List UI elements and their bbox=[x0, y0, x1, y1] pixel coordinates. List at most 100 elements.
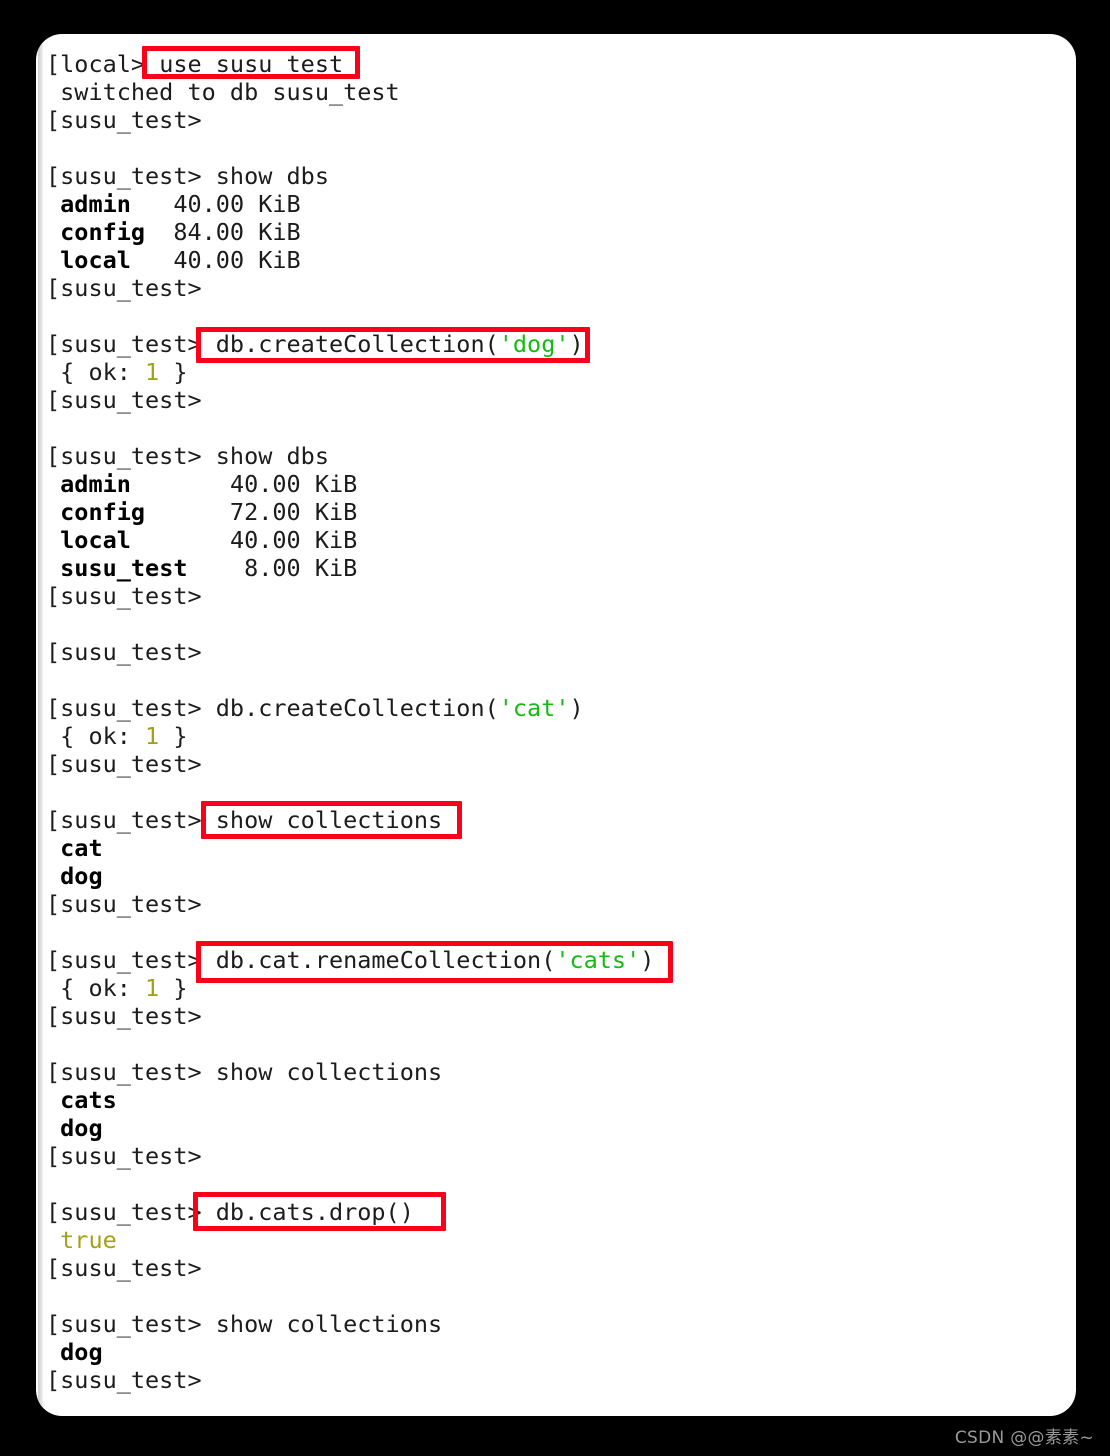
terminal-line: [local> use susu_test bbox=[36, 50, 1076, 78]
terminal-line: [susu_test> db.createCollection('dog') bbox=[36, 330, 1076, 358]
terminal-line: susu_test 8.00 KiB bbox=[36, 554, 1076, 582]
db-or-collection-name: dog bbox=[60, 1338, 103, 1366]
terminal-line: [susu_test> bbox=[36, 274, 1076, 302]
output-text: } bbox=[159, 722, 188, 750]
output-text: { ok: bbox=[46, 358, 146, 386]
output-text: 40.00 KiB bbox=[130, 526, 358, 554]
terminal-line: dog bbox=[36, 862, 1076, 890]
terminal-line: [susu_test> show collections bbox=[36, 1310, 1076, 1338]
terminal-line: [susu_test> show collections bbox=[36, 1058, 1076, 1086]
terminal-line: { ok: 1 } bbox=[36, 974, 1076, 1002]
db-or-collection-name: config bbox=[60, 218, 146, 246]
shell-prompt: [susu_test> bbox=[46, 386, 202, 414]
terminal-line: local 40.00 KiB bbox=[36, 526, 1076, 554]
terminal-line: cats bbox=[36, 1086, 1076, 1114]
db-or-collection-name: local bbox=[60, 526, 131, 554]
shell-prompt: [susu_test> bbox=[46, 1058, 216, 1086]
db-or-collection-name: admin bbox=[60, 470, 131, 498]
output-text: } bbox=[159, 974, 188, 1002]
terminal-line: [susu_test> bbox=[36, 386, 1076, 414]
shell-command: ) bbox=[569, 694, 584, 722]
shell-command: show collections bbox=[215, 806, 443, 834]
output-text: 72.00 KiB bbox=[145, 498, 358, 526]
terminal-line: [susu_test> bbox=[36, 582, 1076, 610]
shell-command: ) bbox=[640, 946, 655, 974]
terminal-line: admin 40.00 KiB bbox=[36, 190, 1076, 218]
terminal-console-output[interactable]: [local> use susu_test switched to db sus… bbox=[36, 50, 1076, 1394]
boolean-literal: true bbox=[60, 1226, 117, 1254]
db-or-collection-name: admin bbox=[60, 190, 131, 218]
db-or-collection-name: cats bbox=[60, 1086, 117, 1114]
shell-prompt: [susu_test> bbox=[46, 274, 202, 302]
terminal-line: admin 40.00 KiB bbox=[36, 470, 1076, 498]
output-text: 40.00 KiB bbox=[130, 470, 358, 498]
output-text: { ok: bbox=[46, 974, 146, 1002]
terminal-panel[interactable]: [local> use susu_test switched to db sus… bbox=[36, 34, 1076, 1416]
output-text: { ok: bbox=[46, 722, 146, 750]
shell-prompt: [susu_test> bbox=[46, 750, 202, 778]
terminal-line: [susu_test> show dbs bbox=[36, 442, 1076, 470]
shell-prompt: [susu_test> bbox=[46, 106, 202, 134]
terminal-line: [susu_test> bbox=[36, 1142, 1076, 1170]
db-or-collection-name: config bbox=[60, 498, 146, 526]
db-or-collection-name: dog bbox=[60, 862, 103, 890]
db-or-collection-name: susu_test bbox=[60, 554, 188, 582]
terminal-line: config 84.00 KiB bbox=[36, 218, 1076, 246]
terminal-line: true bbox=[36, 1226, 1076, 1254]
output-text: 40.00 KiB bbox=[130, 246, 301, 274]
terminal-line: [susu_test> bbox=[36, 890, 1076, 918]
number-literal: 1 bbox=[145, 358, 160, 386]
output-text: } bbox=[159, 358, 188, 386]
terminal-line: dog bbox=[36, 1338, 1076, 1366]
shell-prompt: [local> bbox=[46, 50, 160, 78]
terminal-line: local 40.00 KiB bbox=[36, 246, 1076, 274]
terminal-line: [susu_test> bbox=[36, 750, 1076, 778]
shell-prompt: [susu_test> bbox=[46, 806, 216, 834]
terminal-line: [susu_test> bbox=[36, 1002, 1076, 1030]
terminal-line: [susu_test> db.createCollection('cat') bbox=[36, 694, 1076, 722]
csdn-watermark: CSDN @@素素~ bbox=[954, 1428, 1094, 1448]
terminal-line: switched to db susu_test bbox=[36, 78, 1076, 106]
shell-command: ) bbox=[569, 330, 584, 358]
shell-prompt: [susu_test> bbox=[46, 1198, 216, 1226]
shell-prompt: [susu_test> bbox=[46, 1254, 202, 1282]
terminal-line: [susu_test> bbox=[36, 1254, 1076, 1282]
terminal-line: [susu_test> bbox=[36, 1366, 1076, 1394]
terminal-line: [susu_test> bbox=[36, 638, 1076, 666]
number-literal: 1 bbox=[145, 722, 160, 750]
shell-prompt: [susu_test> bbox=[46, 946, 216, 974]
shell-command: db.createCollection( bbox=[215, 694, 499, 722]
db-or-collection-name: cat bbox=[60, 834, 103, 862]
terminal-line: dog bbox=[36, 1114, 1076, 1142]
shell-command: db.createCollection( bbox=[215, 330, 499, 358]
shell-prompt: [susu_test> bbox=[46, 1002, 202, 1030]
shell-prompt: [susu_test> bbox=[46, 638, 202, 666]
shell-command: show dbs bbox=[215, 162, 329, 190]
shell-prompt: [susu_test> bbox=[46, 890, 202, 918]
terminal-line: cat bbox=[36, 834, 1076, 862]
terminal-line: [susu_test> show collections bbox=[36, 806, 1076, 834]
output-text: 84.00 KiB bbox=[145, 218, 301, 246]
shell-command: db.cats.drop() bbox=[215, 1198, 414, 1226]
shell-prompt: [susu_test> bbox=[46, 1142, 202, 1170]
string-literal: 'cat' bbox=[498, 694, 570, 722]
output-text: 40.00 KiB bbox=[130, 190, 301, 218]
db-or-collection-name: dog bbox=[60, 1114, 103, 1142]
output-text: switched to db susu_test bbox=[46, 78, 400, 106]
